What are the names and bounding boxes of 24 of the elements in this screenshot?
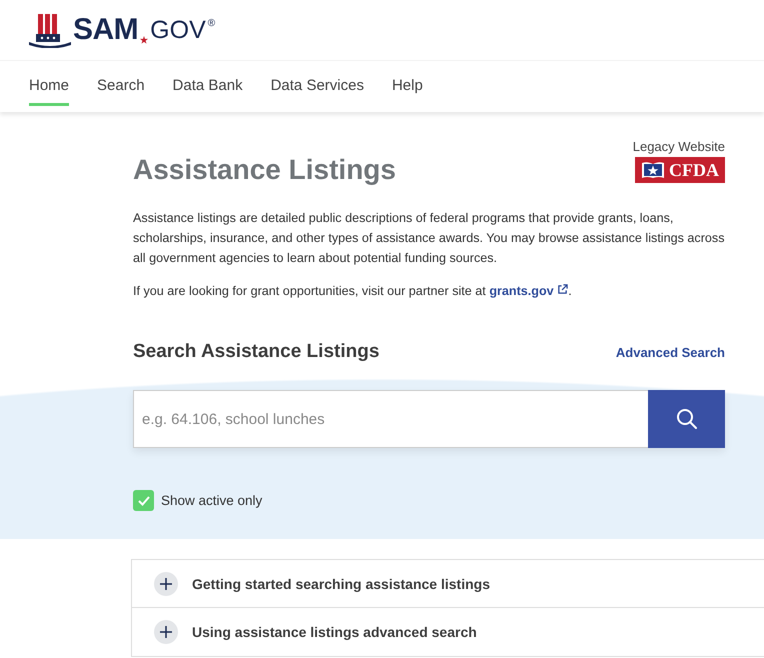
nav-tab[interactable]: Search [97,77,145,106]
legacy-badge[interactable]: CFDA [635,157,725,183]
hat-logo-icon [29,12,71,48]
search-field[interactable]: e.g. 64.106, school lunches [133,390,648,448]
grants-link[interactable]: grants.gov [489,284,568,298]
check-icon [138,496,150,506]
search-icon [674,407,698,431]
nav-tab[interactable]: Data Services [270,77,364,106]
show-active-checkbox[interactable]: Show active only [133,490,262,511]
advanced-search-link[interactable]: Advanced Search [616,344,725,360]
nav-tab[interactable]: Data Bank [172,77,243,106]
search-heading: Search Assistance Listings [133,341,380,363]
page-title: Assistance Listings [133,154,396,186]
logo-text: GOV [150,16,206,44]
external-link-icon [557,284,568,295]
star-icon [140,36,148,44]
logo-text: SAM [73,13,138,47]
registered-mark: ® [208,18,216,29]
legacy-label: Legacy Website [632,139,725,154]
partner-text: If you are looking for grant opportunities, visit our partner site at grants.gov . [133,283,573,300]
search-button[interactable] [648,390,725,448]
nav-tab[interactable]: Help [392,77,423,106]
nav-tab[interactable]: Home [29,77,70,106]
description-text: Assistance listings are detailed public descriptions of federal programs that provide grants, loans, scholarships, insurance, and other types of assistance awards. You may browse assistance listings across all government agencies to learn about potential funding sources. [133,210,725,267]
